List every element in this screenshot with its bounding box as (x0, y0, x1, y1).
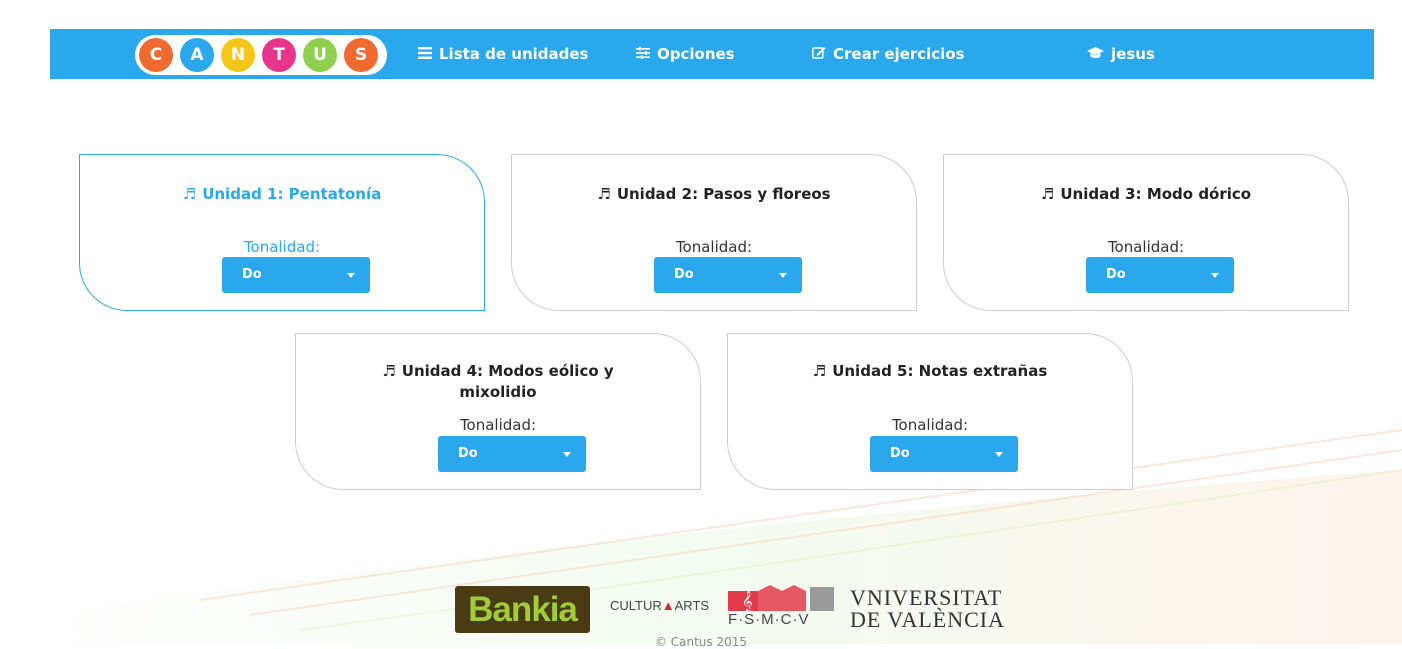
tonalidad-select[interactable]: Do (654, 257, 802, 293)
bankia-logo[interactable]: Bankia (455, 586, 590, 633)
tonalidad-label: Tonalidad: (675, 238, 753, 256)
tonalidad-select-value: Do (1106, 267, 1126, 282)
logo-letter-a: A (180, 38, 214, 72)
footer: Bankia CULTUR▲ARTS 𝄞 F·S·M·C·V VNIVERSIT… (0, 585, 1402, 649)
tonalidad-select-value: Do (242, 267, 262, 282)
tonalidad-label: Tonalidad: (243, 238, 321, 256)
tonalidad-select-value: Do (458, 446, 478, 461)
logo-letter-u: U (303, 38, 337, 72)
fsmcv-emblem-icon: 𝄞 (728, 585, 834, 611)
culturarts-accent: ▲ (661, 598, 675, 613)
unit-title-text: Unidad 2: Pasos y floreos (616, 185, 831, 203)
music-note-icon: ♬ (597, 185, 611, 203)
caret-down-icon (779, 273, 787, 278)
tonalidad-label: Tonalidad: (459, 416, 537, 434)
sliders-icon (636, 29, 650, 79)
caret-down-icon (995, 452, 1003, 457)
tonalidad-label: Tonalidad: (1107, 238, 1185, 256)
top-navbar: C A N T U S Lista de unidades Opciones C… (50, 29, 1374, 79)
unit-card-5[interactable]: ♬ Unidad 5: Notas extrañas Tonalidad: Do (727, 333, 1133, 490)
music-note-icon: ♬ (382, 362, 396, 380)
unit-title-text: Unidad 1: Pentatonía (202, 185, 382, 203)
tonalidad-select-value: Do (674, 267, 694, 282)
unit-title-text: Unidad 4: Modos eólico y mixolidio (401, 362, 614, 401)
cantus-logo[interactable]: C A N T U S (135, 35, 387, 75)
music-note-icon: ♬ (812, 362, 827, 380)
tonalidad-select[interactable]: Do (870, 436, 1018, 472)
unit-title-text: Unidad 5: Notas extrañas (832, 362, 1048, 380)
nav-user-label: jesus (1111, 45, 1155, 63)
universitat-line2[interactable]: DE VALÈNCIA (850, 607, 1005, 633)
music-note-icon: ♬ (182, 185, 197, 203)
copyright-text: © Cantus 2015 (654, 635, 748, 649)
culturarts-logo[interactable]: CULTUR▲ARTS (610, 598, 709, 613)
graduation-cap-icon (1087, 29, 1104, 79)
tonalidad-label: Tonalidad: (891, 416, 969, 434)
tonalidad-select-value: Do (890, 446, 910, 461)
unit-title[interactable]: ♬ Unidad 4: Modos eólico y mixolidio (296, 361, 700, 403)
nav-opciones[interactable]: Opciones (636, 29, 735, 79)
unit-card-1[interactable]: ♬ Unidad 1: Pentatonía Tonalidad: Do (79, 154, 485, 311)
unit-title[interactable]: ♬ Unidad 2: Pasos y floreos (512, 184, 916, 205)
culturarts-text-b: ARTS (674, 598, 710, 613)
nav-lista-unidades-label: Lista de unidades (439, 45, 589, 63)
nav-user-jesus[interactable]: jesus (1087, 29, 1155, 79)
list-icon (418, 29, 432, 79)
unit-title[interactable]: ♬ Unidad 5: Notas extrañas (728, 361, 1132, 382)
unit-title-text: Unidad 3: Modo dórico (1060, 185, 1252, 203)
nav-lista-unidades[interactable]: Lista de unidades (418, 29, 588, 79)
culturarts-text-a: CULTUR (610, 598, 662, 613)
tonalidad-select[interactable]: Do (1086, 257, 1234, 293)
unit-title[interactable]: ♬ Unidad 3: Modo dórico (944, 184, 1348, 205)
unit-card-4[interactable]: ♬ Unidad 4: Modos eólico y mixolidio Tona… (295, 333, 701, 490)
caret-down-icon (563, 452, 571, 457)
nav-crear-ejercicios[interactable]: Crear ejercicios (812, 29, 965, 79)
svg-text:𝄞: 𝄞 (742, 591, 753, 611)
logo-letter-t: T (262, 38, 296, 72)
unit-card-3[interactable]: ♬ Unidad 3: Modo dórico Tonalidad: Do (943, 154, 1349, 311)
nav-crear-ejercicios-label: Crear ejercicios (833, 45, 965, 63)
caret-down-icon (1211, 273, 1219, 278)
edit-icon (812, 29, 826, 79)
nav-opciones-label: Opciones (657, 45, 735, 63)
logo-letter-c: C (139, 38, 173, 72)
tonalidad-select[interactable]: Do (222, 257, 370, 293)
music-note-icon: ♬ (1040, 185, 1055, 203)
caret-down-icon (347, 273, 355, 278)
unit-title[interactable]: ♬ Unidad 1: Pentatonía (80, 184, 484, 205)
unit-card-2[interactable]: ♬ Unidad 2: Pasos y floreos Tonalidad: Do (511, 154, 917, 311)
tonalidad-select[interactable]: Do (438, 436, 586, 472)
logo-letter-n: N (221, 38, 255, 72)
logo-letter-s: S (344, 38, 378, 72)
background-music-art (0, 429, 1402, 644)
fsmcv-text: F·S·M·C·V (728, 611, 810, 628)
